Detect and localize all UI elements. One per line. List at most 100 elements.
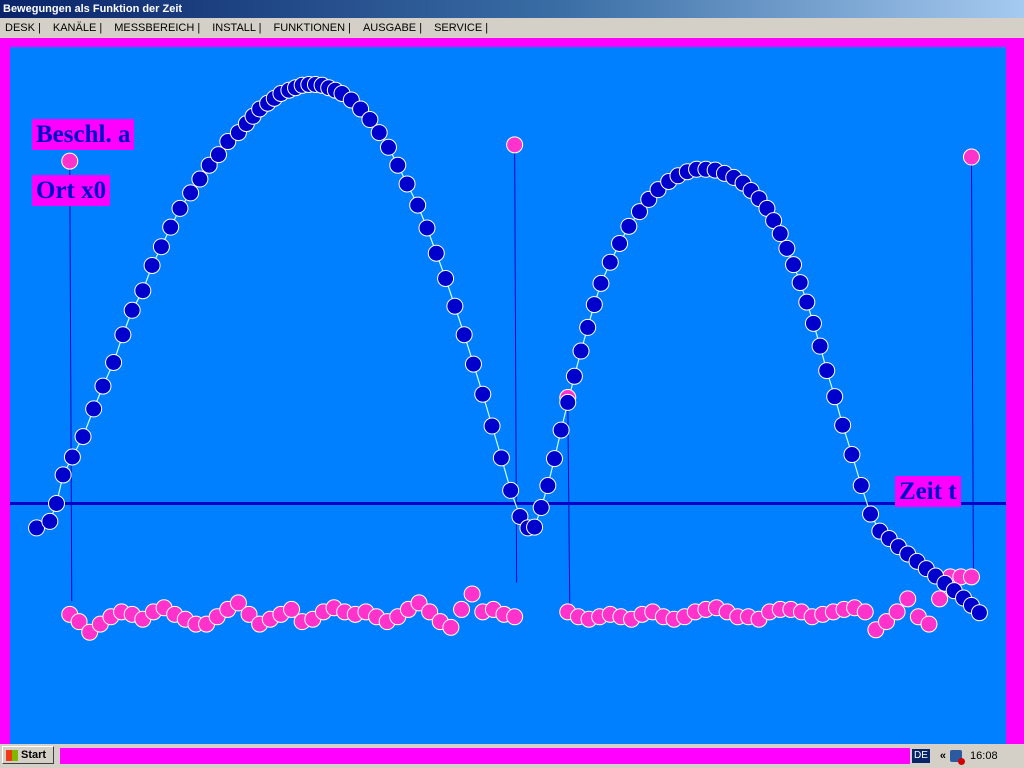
position-point	[389, 156, 407, 174]
clock: 16:08	[970, 750, 998, 762]
menu-kanaele[interactable]: KANÄLE |	[53, 22, 102, 34]
position-point	[63, 448, 81, 466]
position-point	[143, 256, 161, 274]
menu-messbereich[interactable]: MESSBEREICH |	[114, 22, 200, 34]
position-point	[379, 138, 397, 156]
menu-funktionen[interactable]: FUNKTIONEN |	[274, 22, 351, 34]
position-point	[446, 297, 464, 315]
position-point	[798, 293, 816, 311]
position-point	[778, 239, 796, 257]
position-point	[852, 477, 870, 495]
accel-peak-point	[61, 152, 79, 170]
accel-point	[442, 618, 460, 636]
accel-peak-point	[506, 136, 524, 154]
position-point	[771, 225, 789, 243]
accel-spike-line	[970, 157, 974, 577]
start-button[interactable]: Start	[2, 746, 54, 764]
position-point	[611, 234, 629, 252]
position-point	[437, 269, 455, 287]
position-point	[492, 449, 510, 467]
position-point	[418, 219, 436, 237]
position-point	[811, 337, 829, 355]
chevron-icon[interactable]: «	[940, 750, 946, 762]
motion-chart	[10, 75, 1006, 641]
position-point	[54, 466, 72, 484]
position-point	[552, 421, 570, 439]
accel-point	[463, 585, 481, 603]
plot-area: Beschl. a Ort x0 Zeit t	[10, 47, 1006, 748]
position-point	[791, 274, 809, 292]
position-point	[162, 218, 180, 236]
position-point	[804, 314, 822, 332]
position-point	[834, 416, 852, 434]
position-point	[105, 353, 123, 371]
position-point	[171, 199, 189, 217]
accel-peak-point	[962, 148, 980, 166]
position-point	[572, 342, 590, 360]
position-point	[134, 282, 152, 300]
accel-point	[899, 590, 917, 608]
network-error-icon[interactable]	[950, 750, 966, 765]
menu-ausgabe[interactable]: AUSGABE |	[363, 22, 422, 34]
position-point	[41, 512, 59, 530]
accel-point	[931, 590, 949, 608]
position-point	[785, 256, 803, 274]
position-point	[565, 367, 583, 385]
language-indicator[interactable]: DE	[912, 749, 930, 763]
position-point	[85, 400, 103, 418]
start-label: Start	[21, 749, 47, 761]
menu-desk[interactable]: DESK |	[5, 22, 41, 34]
position-point	[818, 362, 836, 380]
taskbar-app-strip[interactable]	[60, 748, 910, 764]
position-point	[601, 253, 619, 271]
position-point	[592, 274, 610, 292]
menu-bar: DESK | KANÄLE | MESSBEREICH | INSTALL | …	[0, 18, 1024, 38]
accel-point	[856, 603, 874, 621]
accel-point	[506, 608, 524, 626]
position-point	[545, 450, 563, 468]
menu-service[interactable]: SERVICE |	[434, 22, 488, 34]
accel-point	[920, 615, 938, 633]
window-title: Bewegungen als Funktion der Zeit	[3, 3, 183, 15]
position-point	[191, 170, 209, 188]
position-point	[152, 238, 170, 256]
position-point	[970, 604, 988, 622]
position-point	[455, 326, 473, 344]
position-point	[502, 481, 520, 499]
accel-point	[888, 603, 906, 621]
position-point	[526, 518, 544, 536]
position-point	[539, 477, 557, 495]
position-point	[94, 377, 112, 395]
position-point	[862, 505, 880, 523]
accel-label: Beschl. a	[32, 119, 135, 150]
position-point	[182, 184, 200, 202]
windows-logo-icon	[6, 749, 18, 761]
position-point	[532, 499, 550, 517]
position-point	[114, 326, 132, 344]
accel-spike-line	[69, 161, 73, 602]
accel-point	[453, 600, 471, 618]
time-axis-label: Zeit t	[895, 476, 961, 507]
position-point	[843, 446, 861, 464]
position-point	[123, 301, 141, 319]
position-point	[464, 355, 482, 373]
position-point	[474, 385, 492, 403]
position-point	[409, 196, 427, 214]
position-point	[585, 296, 603, 314]
menu-install[interactable]: INSTALL |	[212, 22, 261, 34]
position-point	[620, 217, 638, 235]
position-point	[47, 494, 65, 512]
position-point	[427, 244, 445, 262]
position-point	[559, 393, 577, 411]
position-point	[483, 417, 501, 435]
accel-point	[962, 568, 980, 586]
position-point	[74, 428, 92, 446]
position-point	[579, 318, 597, 336]
position-point	[398, 175, 416, 193]
position-point	[370, 124, 388, 142]
system-tray: DE « 16:08	[912, 746, 1020, 766]
position-fit-curve	[36, 83, 980, 614]
position-point	[826, 388, 844, 406]
window-title-bar: Bewegungen als Funktion der Zeit	[0, 0, 1024, 18]
position-label: Ort x0	[32, 175, 111, 206]
